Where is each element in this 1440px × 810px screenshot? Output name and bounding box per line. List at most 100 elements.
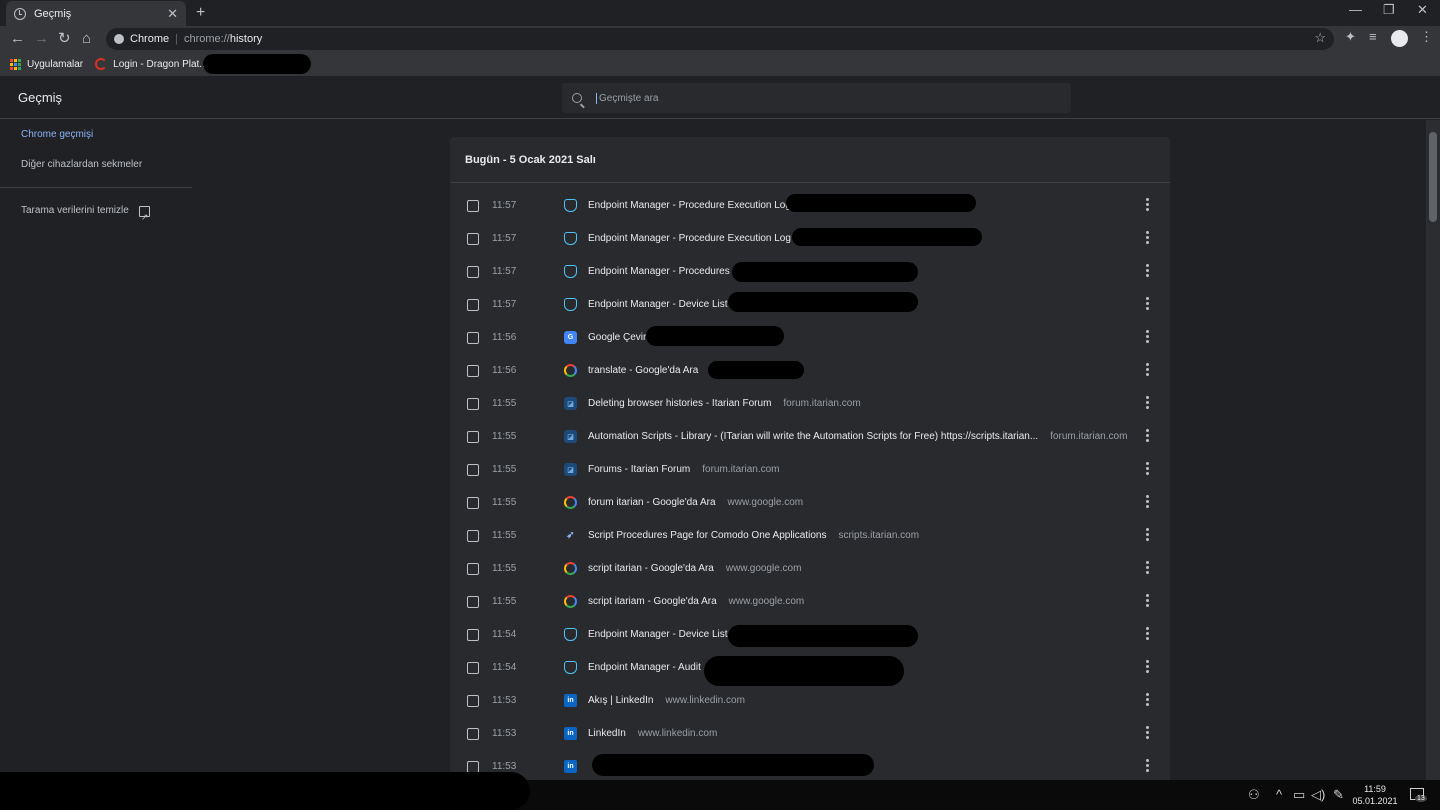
row-more-icon[interactable] — [1146, 363, 1149, 376]
row-title-link[interactable]: Akış | LinkedIn — [588, 695, 653, 706]
row-more-icon[interactable] — [1146, 594, 1149, 607]
forward-button[interactable]: → — [34, 29, 49, 49]
row-checkbox[interactable] — [467, 760, 479, 773]
row-checkbox[interactable] — [467, 595, 479, 608]
row-more-icon[interactable] — [1146, 330, 1149, 343]
row-title-link[interactable]: script itariam - Google'da Ara — [588, 596, 717, 607]
history-row[interactable]: 11:56 G Google Çevir — [450, 321, 1170, 354]
row-more-icon[interactable] — [1146, 396, 1149, 409]
history-row[interactable]: 11:53 in Akış | LinkedIn www.linkedin.com — [450, 684, 1170, 717]
row-more-icon[interactable] — [1146, 264, 1149, 277]
close-window-button[interactable]: ✕ — [1417, 2, 1428, 18]
pen-icon[interactable]: ✎ — [1333, 787, 1344, 803]
row-more-icon[interactable] — [1146, 429, 1149, 442]
row-title-link[interactable]: Automation Scripts - Library - (ITarian … — [588, 431, 1038, 442]
row-title-link[interactable]: Endpoint Manager - Audit — [588, 662, 701, 673]
row-checkbox[interactable] — [467, 496, 479, 509]
row-more-icon[interactable] — [1146, 231, 1149, 244]
scroll-thumb[interactable] — [1429, 132, 1437, 222]
new-tab-button[interactable]: + — [196, 4, 205, 22]
minimize-button[interactable]: — — [1349, 2, 1362, 17]
row-title-link[interactable]: translate - Google'da Ara — [588, 365, 698, 376]
row-more-icon[interactable] — [1146, 660, 1149, 673]
row-checkbox[interactable] — [467, 430, 479, 443]
row-checkbox[interactable] — [467, 628, 479, 641]
row-time: 11:55 — [492, 530, 517, 541]
row-checkbox[interactable] — [467, 397, 479, 410]
row-checkbox[interactable] — [467, 265, 479, 278]
row-title-link[interactable]: Script Procedures Page for Comodo One Ap… — [588, 530, 826, 541]
row-title-link[interactable]: Endpoint Manager - Device List — [588, 629, 728, 640]
row-title-link[interactable]: Endpoint Manager - Procedures — [588, 266, 730, 277]
history-row[interactable]: 11:55 script itarian - Google'da Ara www.g… — [450, 552, 1170, 585]
row-more-icon[interactable] — [1146, 462, 1149, 475]
row-title-link[interactable]: Forums - Itarian Forum — [588, 464, 690, 475]
search-input[interactable] — [596, 92, 1036, 104]
sidebar-item-chrome-history[interactable]: Chrome geçmişi — [0, 120, 192, 150]
row-title-link[interactable]: script itarian - Google'da Ara — [588, 563, 714, 574]
row-checkbox[interactable] — [467, 298, 479, 311]
bookmark-label: Login - Dragon Plat... — [113, 58, 208, 70]
redaction-mark — [592, 754, 874, 776]
row-more-icon[interactable] — [1146, 627, 1149, 640]
tab-history[interactable]: Geçmiş ✕ — [6, 1, 186, 26]
tab-close-icon[interactable]: ✕ — [167, 6, 178, 22]
row-checkbox[interactable] — [467, 364, 479, 377]
reload-button[interactable]: ↻ — [58, 29, 71, 49]
row-title-link[interactable]: LinkedIn — [588, 728, 626, 739]
row-more-icon[interactable] — [1146, 759, 1149, 772]
row-checkbox[interactable] — [467, 463, 479, 476]
row-title-link[interactable]: Google Çevir — [588, 332, 646, 343]
history-row[interactable]: 11:55 ➶ Script Procedures Page for Comodo … — [450, 519, 1170, 552]
row-more-icon[interactable] — [1146, 198, 1149, 211]
row-more-icon[interactable] — [1146, 561, 1149, 574]
row-checkbox[interactable] — [467, 694, 479, 707]
profile-avatar[interactable] — [1391, 30, 1408, 47]
chrome-menu-icon[interactable]: ⋮ — [1420, 29, 1433, 45]
row-title-link[interactable]: forum itarian - Google'da Ara — [588, 497, 716, 508]
restore-button[interactable]: ❐ — [1383, 2, 1395, 18]
volume-icon[interactable]: ◁) — [1311, 787, 1325, 803]
taskbar-clock[interactable]: 11:59 05.01.2021 — [1350, 783, 1400, 807]
history-row[interactable]: 11:55 ◪ Deleting browser histories - Itari… — [450, 387, 1170, 420]
media-control-icon[interactable]: ≡ — [1369, 29, 1377, 44]
row-more-icon[interactable] — [1146, 693, 1149, 706]
bookmark-star-icon[interactable]: ☆ — [1314, 30, 1326, 46]
network-icon[interactable]: ▭ — [1293, 787, 1305, 803]
bookmark-dragon[interactable]: Login - Dragon Plat... — [95, 58, 208, 70]
chevron-up-icon[interactable]: ^ — [1276, 787, 1282, 802]
extensions-icon[interactable]: ✦ — [1345, 29, 1356, 45]
row-checkbox[interactable] — [467, 331, 479, 344]
row-checkbox[interactable] — [467, 727, 479, 740]
search-field[interactable] — [562, 83, 1071, 113]
row-more-icon[interactable] — [1146, 726, 1149, 739]
row-checkbox[interactable] — [467, 529, 479, 542]
back-button[interactable]: ← — [10, 29, 25, 49]
row-title-link[interactable]: Deleting browser histories - Itarian For… — [588, 398, 771, 409]
row-title-link[interactable]: Endpoint Manager - Device List — [588, 299, 728, 310]
row-checkbox[interactable] — [467, 199, 479, 212]
row-domain: forum.itarian.com — [783, 398, 861, 409]
sidebar-item-other-devices[interactable]: Diğer cihazlardan sekmeler — [0, 150, 192, 180]
row-title-link[interactable]: Endpoint Manager - Procedure Execution L… — [588, 200, 791, 211]
people-icon[interactable]: ⚇ — [1248, 787, 1260, 803]
clear-browsing-data-link[interactable]: Tarama verilerini temizle — [0, 196, 192, 232]
row-time: 11:57 — [492, 266, 517, 277]
bookmark-apps[interactable]: Uygulamalar — [10, 58, 83, 70]
address-bar[interactable]: Chrome | chrome:// history ☆ — [106, 28, 1334, 50]
history-row[interactable]: 11:55 script itariam - Google'da Ara www.g… — [450, 585, 1170, 618]
history-row[interactable]: 11:56 translate - Google'da Ara — [450, 354, 1170, 387]
history-row[interactable]: 11:55 ◪ Forums - Itarian Forum forum.itaria… — [450, 453, 1170, 486]
row-checkbox[interactable] — [467, 562, 479, 575]
row-more-icon[interactable] — [1146, 495, 1149, 508]
row-more-icon[interactable] — [1146, 297, 1149, 310]
row-more-icon[interactable] — [1146, 528, 1149, 541]
row-checkbox[interactable] — [467, 232, 479, 245]
history-row[interactable]: 11:55 forum itarian - Google'da Ara www.go… — [450, 486, 1170, 519]
row-checkbox[interactable] — [467, 661, 479, 674]
page-scrollbar[interactable] — [1426, 120, 1440, 780]
history-row[interactable]: 11:55 ◪ Automation Scripts - Library - (IT… — [450, 420, 1170, 453]
history-row[interactable]: 11:53 in LinkedIn www.linkedin.com — [450, 717, 1170, 750]
home-button[interactable]: ⌂ — [82, 29, 91, 49]
row-title-link[interactable]: Endpoint Manager - Procedure Execution L… — [588, 233, 791, 244]
